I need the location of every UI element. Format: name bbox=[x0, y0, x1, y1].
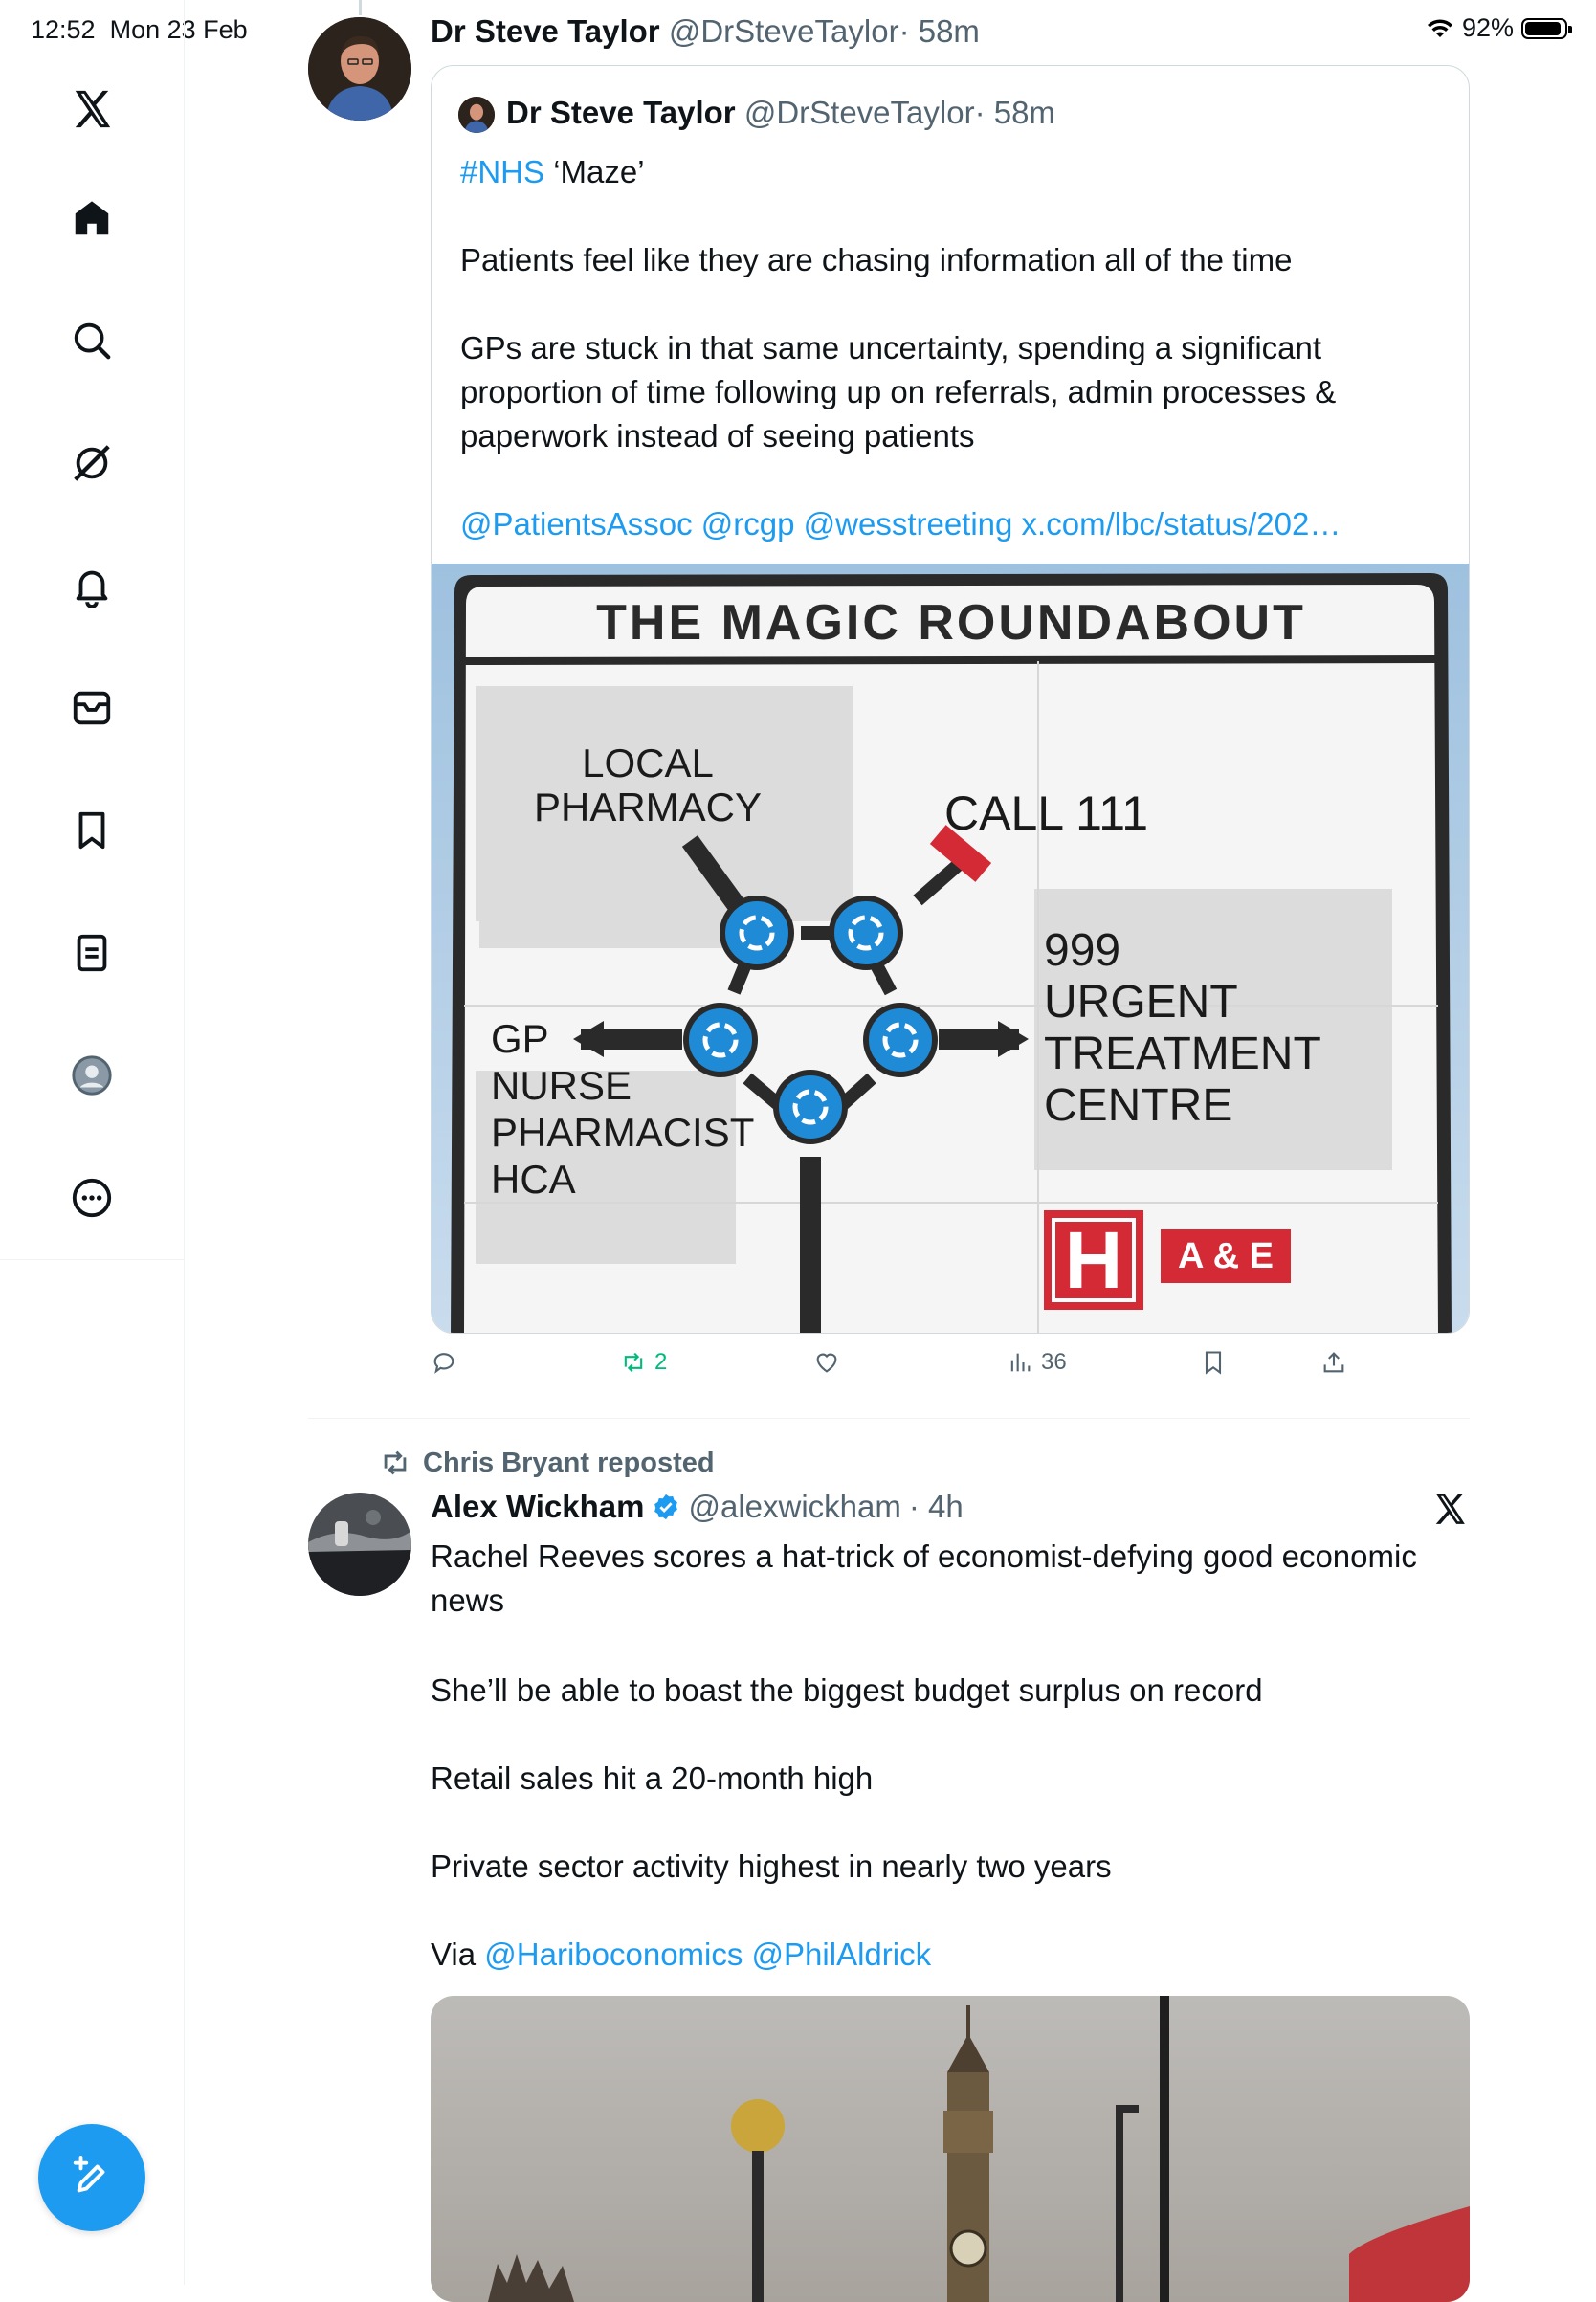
tweet-paragraph-1: Rachel Reeves scores a hat-trick of econ… bbox=[431, 1538, 1417, 1618]
reply-icon bbox=[433, 1353, 454, 1374]
more-icon[interactable] bbox=[67, 1173, 117, 1223]
tweet-paragraph-2: She’ll be able to boast the biggest budg… bbox=[431, 1672, 1263, 1708]
tweet-header: Alex Wickham @alexwickham · 4h bbox=[431, 1489, 964, 1525]
sign-title: THE MAGIC ROUNDABOUT bbox=[596, 595, 1306, 651]
quoted-author-name: Dr Steve Taylor bbox=[506, 95, 736, 130]
quoted-header: Dr Steve Taylor @DrSteveTaylor· 58m bbox=[506, 95, 1055, 131]
repost-count: 2 bbox=[654, 1349, 668, 1375]
author-handle[interactable]: @DrSteveTaylor bbox=[669, 13, 899, 49]
compose-icon bbox=[73, 2156, 105, 2193]
tweet-time[interactable]: · 4h bbox=[909, 1489, 964, 1525]
roundabout-image[interactable]: THE MAGIC ROUNDABOUT LOCAL PHARMACY CALL … bbox=[432, 564, 1469, 1333]
bell-icon[interactable] bbox=[67, 561, 117, 610]
views-count: 36 bbox=[1041, 1349, 1067, 1375]
author-name[interactable]: Dr Steve Taylor bbox=[431, 13, 660, 49]
reply-button[interactable] bbox=[431, 1349, 465, 1376]
tweet-via-line: Via @Hariboconomics @PhilAldrick bbox=[431, 1937, 932, 1972]
battery-percent: 92% bbox=[1461, 13, 1514, 42]
hospital-h-sign: H bbox=[1064, 1215, 1123, 1305]
hashtag-link[interactable]: #NHS bbox=[460, 154, 544, 189]
tweet-actions: 2 36 bbox=[431, 1349, 1464, 1387]
compose-button[interactable] bbox=[38, 2124, 145, 2231]
tweet-separator bbox=[308, 1418, 1470, 1419]
quoted-paragraph-2: GPs are stuck in that same uncertainty, … bbox=[460, 330, 1337, 454]
wifi-icon bbox=[1427, 18, 1452, 37]
bookmark-icon[interactable] bbox=[67, 806, 117, 855]
quoted-title: #NHS ‘Maze’ bbox=[460, 154, 645, 189]
quoted-time: · 58m bbox=[974, 95, 1055, 130]
x-logo-icon[interactable] bbox=[67, 84, 117, 134]
share-button[interactable] bbox=[1320, 1349, 1347, 1376]
tweet-image-westminster[interactable] bbox=[431, 1996, 1470, 2302]
home-icon[interactable] bbox=[67, 193, 117, 243]
thread-line bbox=[359, 0, 362, 15]
bookmark-button[interactable] bbox=[1200, 1349, 1227, 1376]
quoted-mentions[interactable]: @PatientsAssoc @rcgp @wesstreeting x.com… bbox=[460, 502, 1455, 546]
avatar[interactable] bbox=[308, 1493, 411, 1596]
verified-badge-icon bbox=[654, 1494, 678, 1520]
x-logo-icon[interactable] bbox=[1431, 1491, 1468, 1527]
tweet-time[interactable]: · 58m bbox=[899, 13, 980, 49]
repost-icon bbox=[384, 1450, 407, 1475]
views-icon bbox=[1010, 1353, 1031, 1372]
heart-icon bbox=[816, 1353, 837, 1373]
via-mentions[interactable]: @Hariboconomics @PhilAldrick bbox=[484, 1937, 931, 1972]
avatar[interactable] bbox=[308, 17, 411, 121]
sign-label-call-111: CALL 111 bbox=[944, 786, 1149, 840]
quoted-tweet[interactable]: Dr Steve Taylor @DrSteveTaylor· 58m #NHS… bbox=[431, 65, 1470, 1334]
author-handle[interactable]: @alexwickham bbox=[688, 1489, 900, 1525]
repost-button[interactable]: 2 bbox=[620, 1349, 667, 1376]
sign-label-gp: GP NURSE PHARMACIST HCA bbox=[491, 1016, 755, 1202]
profile-icon[interactable] bbox=[67, 1051, 117, 1100]
bookmark-icon bbox=[1205, 1351, 1222, 1375]
mail-icon[interactable] bbox=[67, 683, 117, 733]
author-name[interactable]: Alex Wickham bbox=[431, 1489, 644, 1525]
quoted-author-handle: @DrSteveTaylor bbox=[743, 95, 975, 130]
sign-label-999: 999 URGENT TREATMENT CENTRE bbox=[1044, 925, 1321, 1131]
tweet-paragraph-4: Private sector activity highest in nearl… bbox=[431, 1848, 1112, 1884]
ae-sign: A & E bbox=[1178, 1236, 1274, 1276]
search-icon[interactable] bbox=[67, 316, 117, 365]
quoted-paragraph-1: Patients feel like they are chasing info… bbox=[460, 242, 1293, 277]
tweet-paragraph-3: Retail sales hit a 20-month high bbox=[431, 1760, 874, 1796]
grok-icon[interactable] bbox=[67, 438, 117, 488]
lists-icon[interactable] bbox=[67, 928, 117, 978]
views-button[interactable]: 36 bbox=[1007, 1349, 1067, 1376]
quoted-avatar bbox=[458, 97, 495, 133]
share-icon bbox=[1323, 1352, 1344, 1373]
repost-icon bbox=[624, 1352, 643, 1373]
battery-icon bbox=[1521, 17, 1572, 39]
sign-label-pharmacy: LOCAL PHARMACY bbox=[533, 741, 763, 830]
status-indicators: 92% bbox=[1426, 13, 1572, 43]
repost-indicator[interactable]: Chris Bryant reposted bbox=[379, 1447, 715, 1479]
sidebar-divider bbox=[0, 1259, 184, 1260]
like-button[interactable] bbox=[813, 1349, 848, 1376]
tweet-header: Dr Steve Taylor @DrSteveTaylor· 58m bbox=[431, 13, 980, 50]
